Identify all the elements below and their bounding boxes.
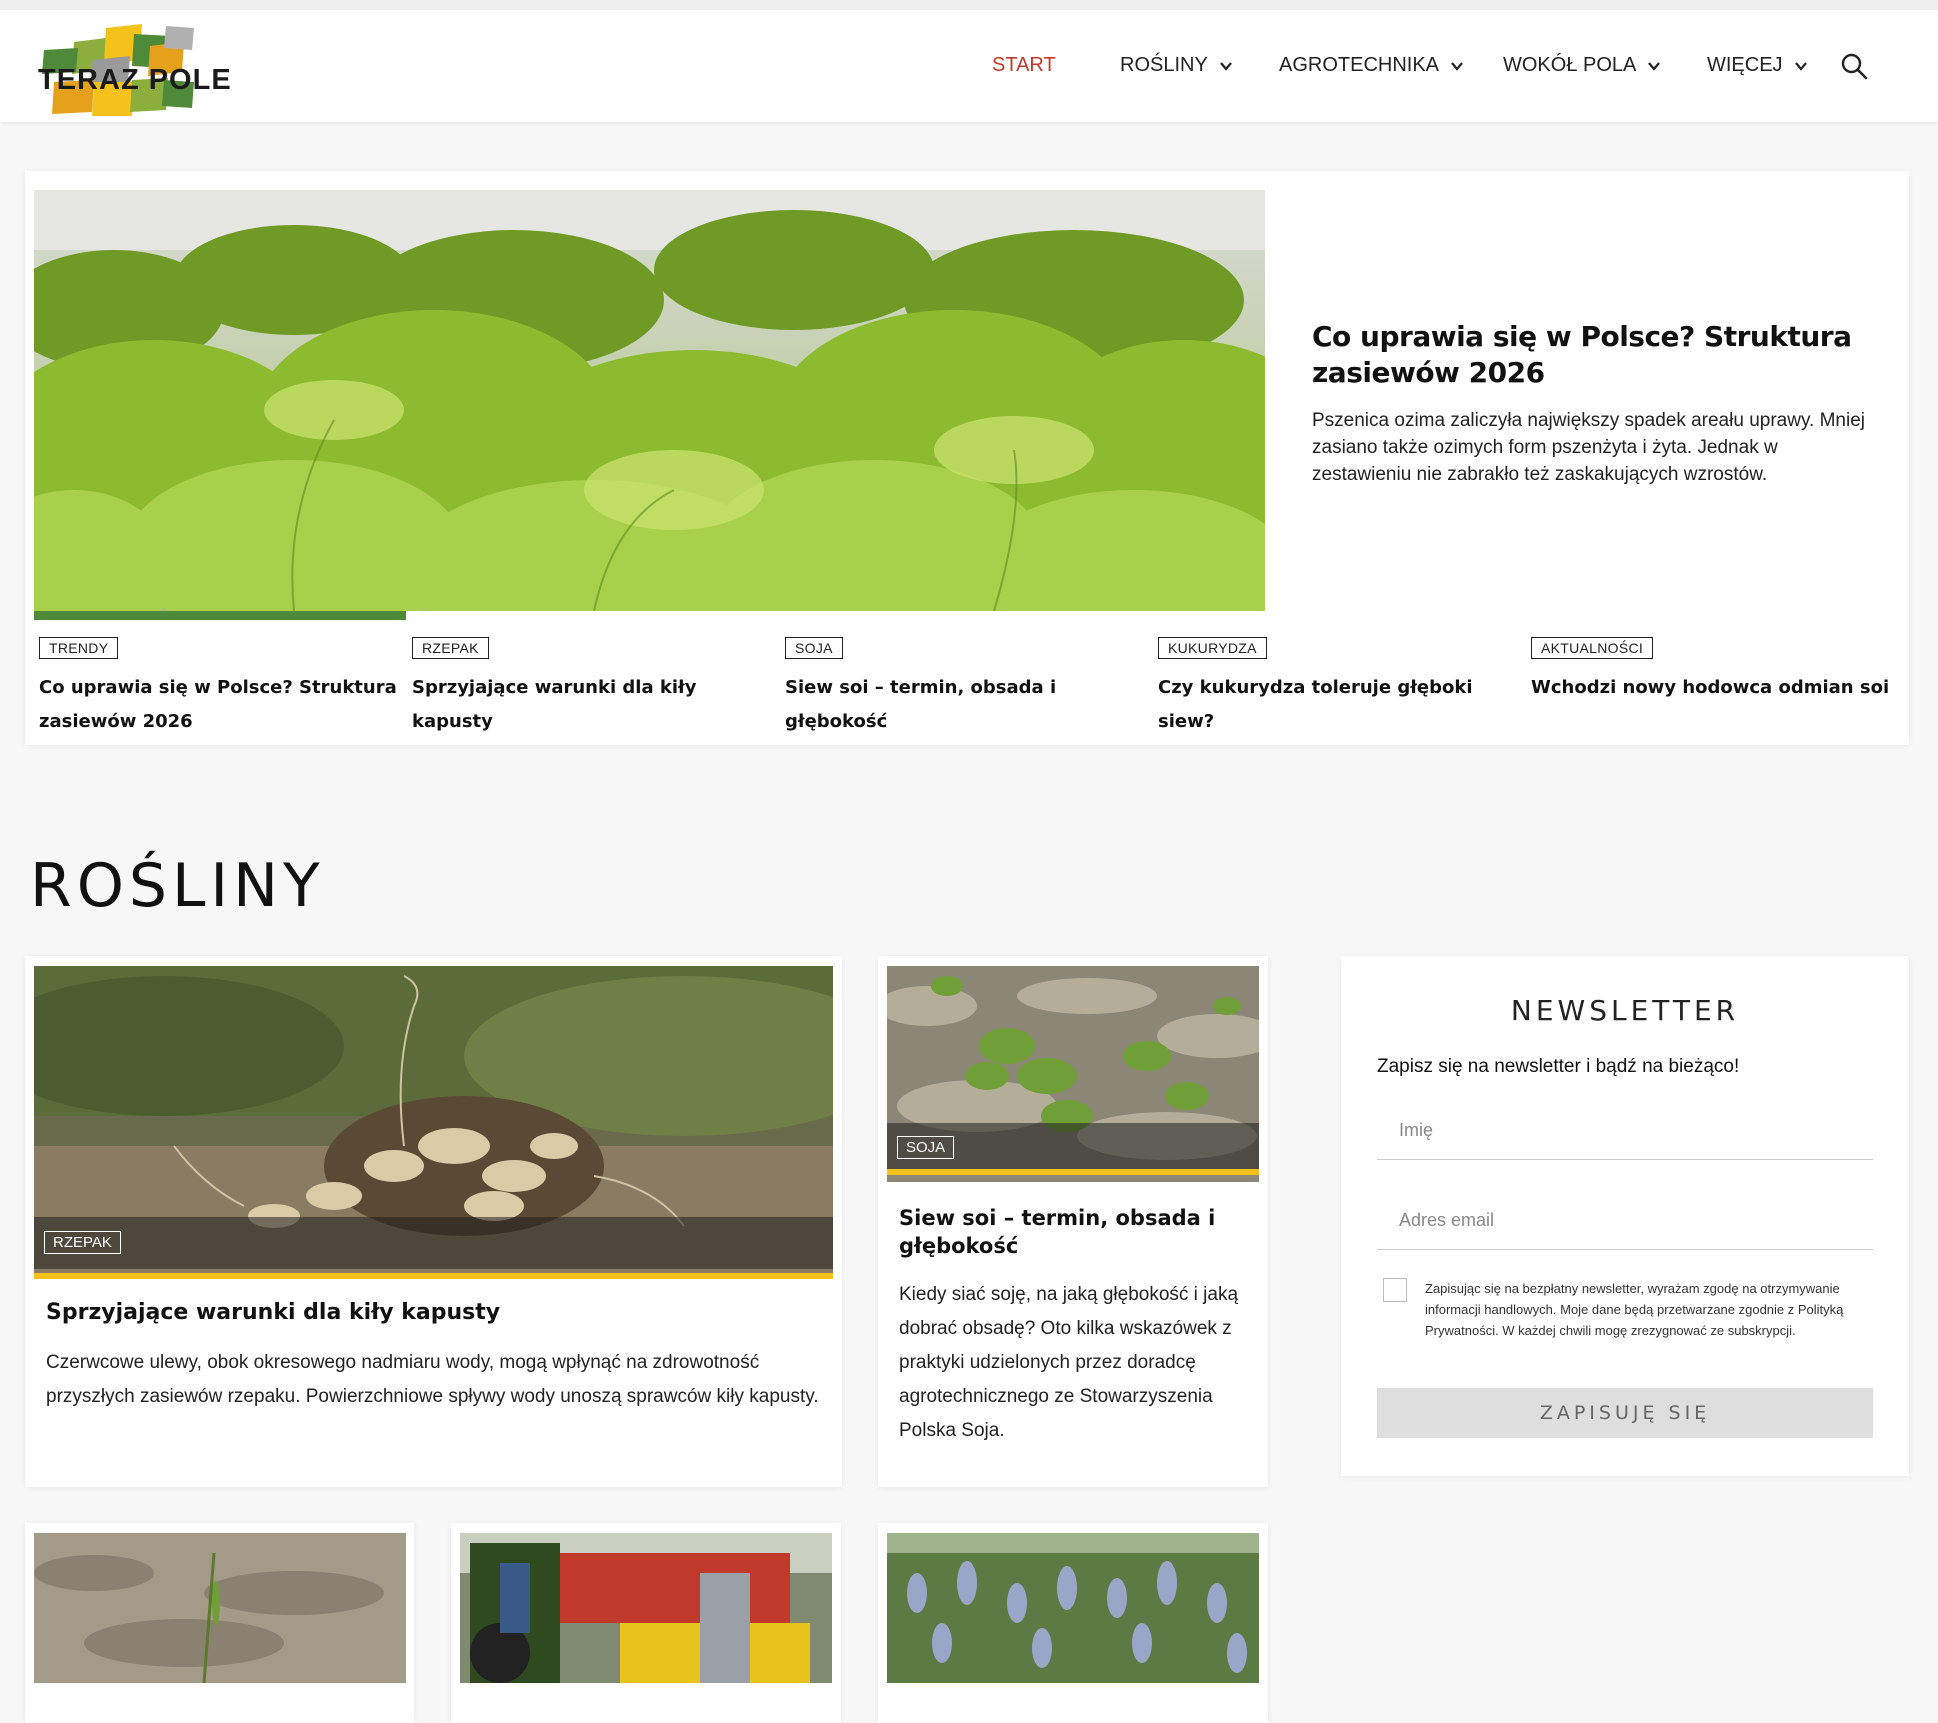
hero-description: Pszenica ozima zaliczyła największy spad… [1312,410,1865,485]
article-photo-lupine-field [887,1533,1259,1683]
hero-tab-title[interactable]: Co uprawia się w Polsce? Struktura zasie… [39,671,399,739]
logo-text: TERAZ POLE [38,64,232,96]
hero-tab[interactable]: RZEPAK Sprzyjające warunki dla kiły kapu… [412,637,772,739]
article-card[interactable] [451,1523,841,1723]
hero-tab-list: TRENDY Co uprawia się w Polsce? Struktur… [39,637,1909,737]
nav-label: WIĘCEJ [1707,54,1783,76]
hero-tab[interactable]: TRENDY Co uprawia się w Polsce? Struktur… [39,637,399,739]
hero-tab-title[interactable]: Czy kukurydza toleruje głęboki siew? [1158,671,1518,739]
category-tag[interactable]: AKTUALNOŚCI [1531,637,1654,659]
article-description: Czerwcowe ulewy, obok okresowego nadmiar… [46,1352,819,1407]
newsletter-subtitle: Zapisz się na newsletter i bądź na bieżą… [1377,1056,1740,1077]
hero-tab[interactable]: KUKURYDZA Czy kukurydza toleruje głęboki… [1158,637,1518,739]
email-input[interactable] [1377,1192,1873,1250]
nav-label: START [992,54,1056,76]
hero-tab[interactable]: SOJA Siew soi – termin, obsada i głęboko… [785,637,1145,739]
nav-label: WOKÓŁ POLA [1503,54,1637,76]
nav-label: ROŚLINY [1120,54,1208,76]
consent-checkbox[interactable] [1383,1278,1407,1302]
category-tag[interactable]: RZEPAK [44,1231,121,1254]
nav-label: AGROTECHNIKA [1279,54,1440,76]
article-title[interactable]: Siew soi – termin, obsada i głębokość [899,1204,1249,1260]
article-image[interactable]: RZEPAK [34,966,833,1279]
article-image[interactable] [34,1533,406,1683]
accent-line [887,1169,1259,1175]
search-icon[interactable] [1840,52,1868,80]
chevron-down-icon [1794,61,1807,71]
chevron-down-icon [1219,61,1232,71]
subscribe-button[interactable]: ZAPISUJĘ SIĘ [1377,1388,1873,1438]
nav-item-rosliny[interactable]: ROŚLINY [1120,54,1234,77]
hero-tab-title[interactable]: Wchodzi nowy hodowca odmian soi [1531,671,1891,705]
article-image[interactable] [460,1533,832,1683]
article-photo-seeder-machine [460,1533,832,1683]
article-card[interactable]: SOJA Siew soi – termin, obsada i głęboko… [878,956,1268,1487]
newsletter-box: NEWSLETTER Zapisz się na newsletter i bą… [1341,956,1909,1476]
hero-title[interactable]: Co uprawia się w Polsce? Struktura zasie… [1312,319,1872,391]
category-tag[interactable]: TRENDY [39,637,119,659]
newsletter-title: NEWSLETTER [1510,994,1740,1027]
hero-tab-title[interactable]: Siew soi – termin, obsada i głębokość [785,671,1145,739]
top-strip [0,0,1938,10]
article-image[interactable]: SOJA [887,966,1259,1182]
accent-line [34,1273,833,1279]
article-card[interactable] [25,1523,414,1723]
section-title: ROŚLINY [30,851,325,921]
category-tag[interactable]: SOJA [897,1136,955,1159]
category-tag[interactable]: SOJA [785,637,843,659]
hero-image[interactable] [34,190,1265,611]
article-title[interactable]: Sprzyjające warunki dla kiły kapusty [46,1298,826,1328]
article-photo-corn-seedling [34,1533,406,1683]
category-tag[interactable]: KUKURYDZA [1158,637,1267,659]
nav-item-start[interactable]: START [992,54,1056,77]
nav-item-wiecej[interactable]: WIĘCEJ [1707,54,1809,77]
consent-text: Zapisując się na bezpłatny newsletter, w… [1425,1281,1844,1338]
name-input[interactable] [1377,1102,1873,1160]
nav-item-wokol-pola[interactable]: WOKÓŁ POLA [1503,54,1662,77]
article-card[interactable] [878,1523,1268,1723]
image-overlay-bar [34,1217,833,1269]
hero-tab-title[interactable]: Sprzyjające warunki dla kiły kapusty [412,671,772,739]
site-header: TERAZ POLE START ROŚLINY AGROTECHNIKA WO… [0,10,1938,122]
article-card[interactable]: RZEPAK Sprzyjające warunki dla kiły kapu… [25,956,842,1487]
chevron-down-icon [1648,61,1661,71]
slider-progress [34,611,406,620]
article-image[interactable] [887,1533,1259,1683]
nav-item-agrotechnika[interactable]: AGROTECHNIKA [1279,54,1465,77]
article-description: Kiedy siać soję, na jaką głębokość i jak… [899,1284,1239,1441]
hero-photo-plants [34,190,1265,611]
hero-tab[interactable]: AKTUALNOŚCI Wchodzi nowy hodowca odmian … [1531,637,1891,705]
site-logo[interactable]: TERAZ POLE [34,20,231,124]
chevron-down-icon [1451,61,1463,71]
category-tag[interactable]: RZEPAK [412,637,489,659]
hero-slider: Co uprawia się w Polsce? Struktura zasie… [25,171,1909,745]
